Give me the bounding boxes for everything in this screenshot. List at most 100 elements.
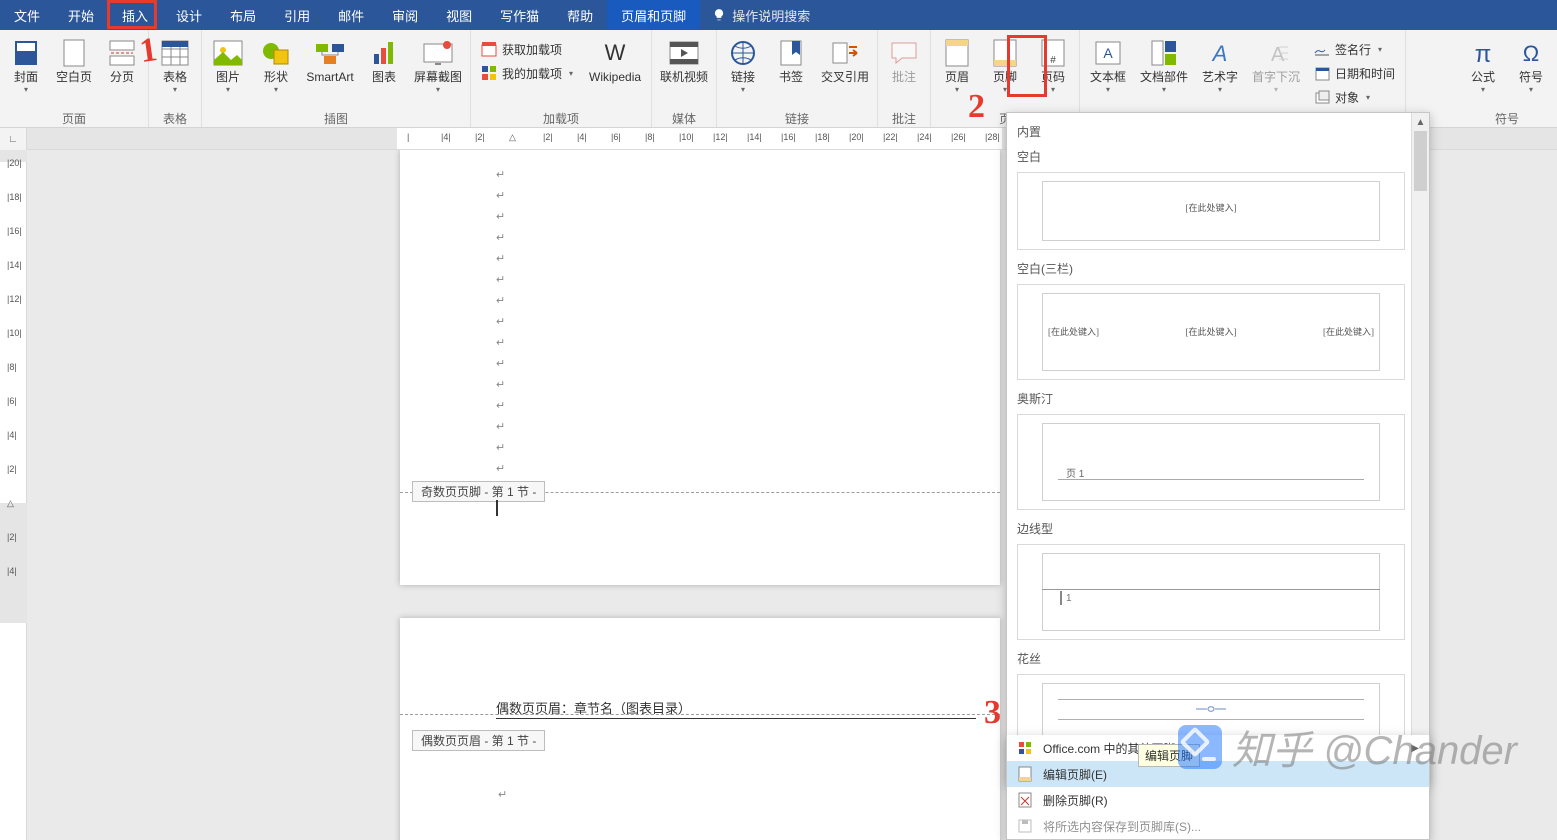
tab-design[interactable]: 设计 bbox=[162, 0, 216, 30]
more-footers-online[interactable]: Office.com 中的其他页脚(M) ▶ bbox=[1007, 735, 1429, 761]
edit-footer[interactable]: 编辑页脚(E) bbox=[1007, 761, 1429, 787]
crossref-button[interactable]: 交叉引用 bbox=[817, 34, 873, 84]
tooltip-edit-footer: 编辑页脚 bbox=[1138, 744, 1200, 767]
page-2: 偶数页页眉：章节名（图表目录） 偶数页页眉 - 第 1 节 - ↵ bbox=[400, 618, 1000, 840]
annotation-box-footer bbox=[1007, 35, 1047, 97]
scroll-thumb[interactable] bbox=[1414, 131, 1427, 191]
tab-references[interactable]: 引用 bbox=[270, 0, 324, 30]
gallery-item-blank[interactable]: [在此处键入] bbox=[1017, 172, 1405, 250]
screenshot-button[interactable]: 屏幕截图▾ bbox=[410, 34, 466, 94]
tab-help[interactable]: 帮助 bbox=[553, 0, 607, 30]
group-comments: 批注 批注 bbox=[878, 30, 931, 127]
group-tables-label: 表格 bbox=[163, 109, 187, 127]
table-icon bbox=[160, 38, 190, 68]
tab-strip: 文件 开始 插入 设计 布局 引用 邮件 审阅 视图 写作猫 帮助 页眉和页脚 … bbox=[0, 0, 1557, 30]
dropcap-button[interactable]: A 首字下沉▾ bbox=[1248, 34, 1304, 94]
screenshot-icon bbox=[423, 38, 453, 68]
store-icon bbox=[481, 41, 497, 57]
signature-line-button[interactable]: 签名行▾ bbox=[1308, 38, 1401, 60]
remove-footer[interactable]: 删除页脚(R) bbox=[1007, 787, 1429, 813]
online-video-button[interactable]: 联机视频 bbox=[656, 34, 712, 84]
gallery-filigree-title: 花丝 bbox=[1015, 646, 1407, 671]
office-icon bbox=[1017, 740, 1033, 756]
new-comment-button[interactable]: 批注 bbox=[882, 34, 926, 84]
gallery-item-austin[interactable]: 页 1 bbox=[1017, 414, 1405, 510]
bookmark-icon bbox=[776, 38, 806, 68]
group-symbols-label: 符号 bbox=[1495, 109, 1519, 127]
group-addins: 获取加载项 我的加载项▾ W Wikipedia 加载项 bbox=[471, 30, 652, 127]
comment-icon bbox=[889, 38, 919, 68]
annotation-box-insert bbox=[107, 0, 157, 29]
group-comments-label: 批注 bbox=[892, 109, 916, 127]
group-pages: 封面▾ 空白页 分页 页面 bbox=[0, 30, 149, 127]
save-to-gallery: 将所选内容保存到页脚库(S)... bbox=[1007, 813, 1429, 839]
tab-home[interactable]: 开始 bbox=[54, 0, 108, 30]
wordart-button[interactable]: A 艺术字▾ bbox=[1196, 34, 1244, 94]
blank-page-button[interactable]: 空白页 bbox=[52, 34, 96, 84]
equation-button[interactable]: π 公式▾ bbox=[1461, 34, 1505, 94]
insert-table-button[interactable]: 表格▾ bbox=[153, 34, 197, 94]
gallery-edge-title: 边线型 bbox=[1015, 516, 1407, 541]
lightbulb-icon bbox=[712, 8, 726, 22]
signature-icon bbox=[1314, 41, 1330, 57]
ribbon-decoration bbox=[1297, 0, 1557, 30]
chart-icon bbox=[369, 38, 399, 68]
wordart-icon: A bbox=[1205, 38, 1235, 68]
ruler-tab-selector[interactable]: ∟ bbox=[0, 128, 27, 150]
footer-gallery-menu: Office.com 中的其他页脚(M) ▶ 编辑页脚(E) 删除页脚(R) 将… bbox=[1006, 735, 1430, 840]
equation-icon: π bbox=[1468, 38, 1498, 68]
datetime-button[interactable]: 日期和时间 bbox=[1308, 62, 1401, 84]
object-icon bbox=[1314, 89, 1330, 105]
annotation-3: 3 bbox=[984, 694, 1001, 732]
gallery-edge-page: 1 bbox=[1066, 593, 1072, 604]
header-button[interactable]: 页眉▾ bbox=[935, 34, 979, 94]
footer-gallery: 内置 空白 [在此处键入] 空白(三栏) [在此处键入] [在此处键入] [在此… bbox=[1006, 112, 1430, 784]
save-gallery-icon bbox=[1017, 818, 1033, 834]
svg-text:W: W bbox=[605, 42, 626, 64]
tab-file[interactable]: 文件 bbox=[0, 0, 54, 30]
header-rule-line bbox=[496, 718, 976, 719]
textbox-button[interactable]: A 文本框▾ bbox=[1084, 34, 1132, 94]
gallery-scrollbar[interactable]: ▲ ▼ bbox=[1411, 113, 1429, 783]
chart-button[interactable]: 图表 bbox=[362, 34, 406, 84]
my-addins-button[interactable]: 我的加载项▾ bbox=[475, 62, 579, 84]
bookmark-button[interactable]: 书签 bbox=[769, 34, 813, 84]
pictures-button[interactable]: 图片▾ bbox=[206, 34, 250, 94]
object-button[interactable]: 对象▾ bbox=[1308, 86, 1401, 108]
svg-text:A: A bbox=[1211, 41, 1228, 66]
gallery-austin-title: 奥斯汀 bbox=[1015, 386, 1407, 411]
tab-view[interactable]: 视图 bbox=[432, 0, 486, 30]
tell-me-label: 操作说明搜索 bbox=[732, 6, 810, 25]
gallery-section-builtin: 内置 bbox=[1015, 119, 1407, 144]
wikipedia-icon: W bbox=[600, 38, 630, 68]
gallery-item-edge[interactable]: 1 bbox=[1017, 544, 1405, 640]
cover-page-button[interactable]: 封面▾ bbox=[4, 34, 48, 94]
tab-writer[interactable]: 写作猫 bbox=[486, 0, 553, 30]
shapes-button[interactable]: 形状▾ bbox=[254, 34, 298, 94]
svg-text:π: π bbox=[1475, 41, 1492, 66]
tell-me-search[interactable]: 操作说明搜索 bbox=[700, 0, 822, 30]
smartart-button[interactable]: SmartArt bbox=[302, 34, 358, 84]
tab-layout[interactable]: 布局 bbox=[216, 0, 270, 30]
gallery-blank3-ph-r: [在此处键入] bbox=[1323, 325, 1374, 338]
tab-header-footer[interactable]: 页眉和页脚 bbox=[607, 0, 700, 30]
scroll-up-icon[interactable]: ▲ bbox=[1412, 113, 1429, 131]
get-addins-button[interactable]: 获取加载项 bbox=[475, 38, 579, 60]
vertical-ruler[interactable]: |20||18||16||14||12||10||8||6||4||2|△|2|… bbox=[0, 150, 27, 840]
group-pages-label: 页面 bbox=[62, 109, 86, 127]
tab-review[interactable]: 审阅 bbox=[378, 0, 432, 30]
tab-mailings[interactable]: 邮件 bbox=[324, 0, 378, 30]
wikipedia-button[interactable]: W Wikipedia bbox=[583, 34, 647, 84]
dropcap-icon: A bbox=[1261, 38, 1291, 68]
crossref-icon bbox=[830, 38, 860, 68]
hyperlink-button[interactable]: 链接▾ bbox=[721, 34, 765, 94]
odd-footer-tag: 奇数页页脚 - 第 1 节 - bbox=[412, 481, 545, 502]
page-1: 奇数页页脚 - 第 1 节 - bbox=[400, 150, 1000, 585]
page-break-button[interactable]: 分页 bbox=[100, 34, 144, 84]
symbol-button[interactable]: Ω 符号▾ bbox=[1509, 34, 1553, 94]
video-icon bbox=[669, 38, 699, 68]
docparts-button[interactable]: 文档部件▾ bbox=[1136, 34, 1192, 94]
group-tables: 表格▾ 表格 bbox=[149, 30, 202, 127]
gallery-item-blank3[interactable]: [在此处键入] [在此处键入] [在此处键入] bbox=[1017, 284, 1405, 380]
svg-text:#: # bbox=[1050, 55, 1056, 66]
